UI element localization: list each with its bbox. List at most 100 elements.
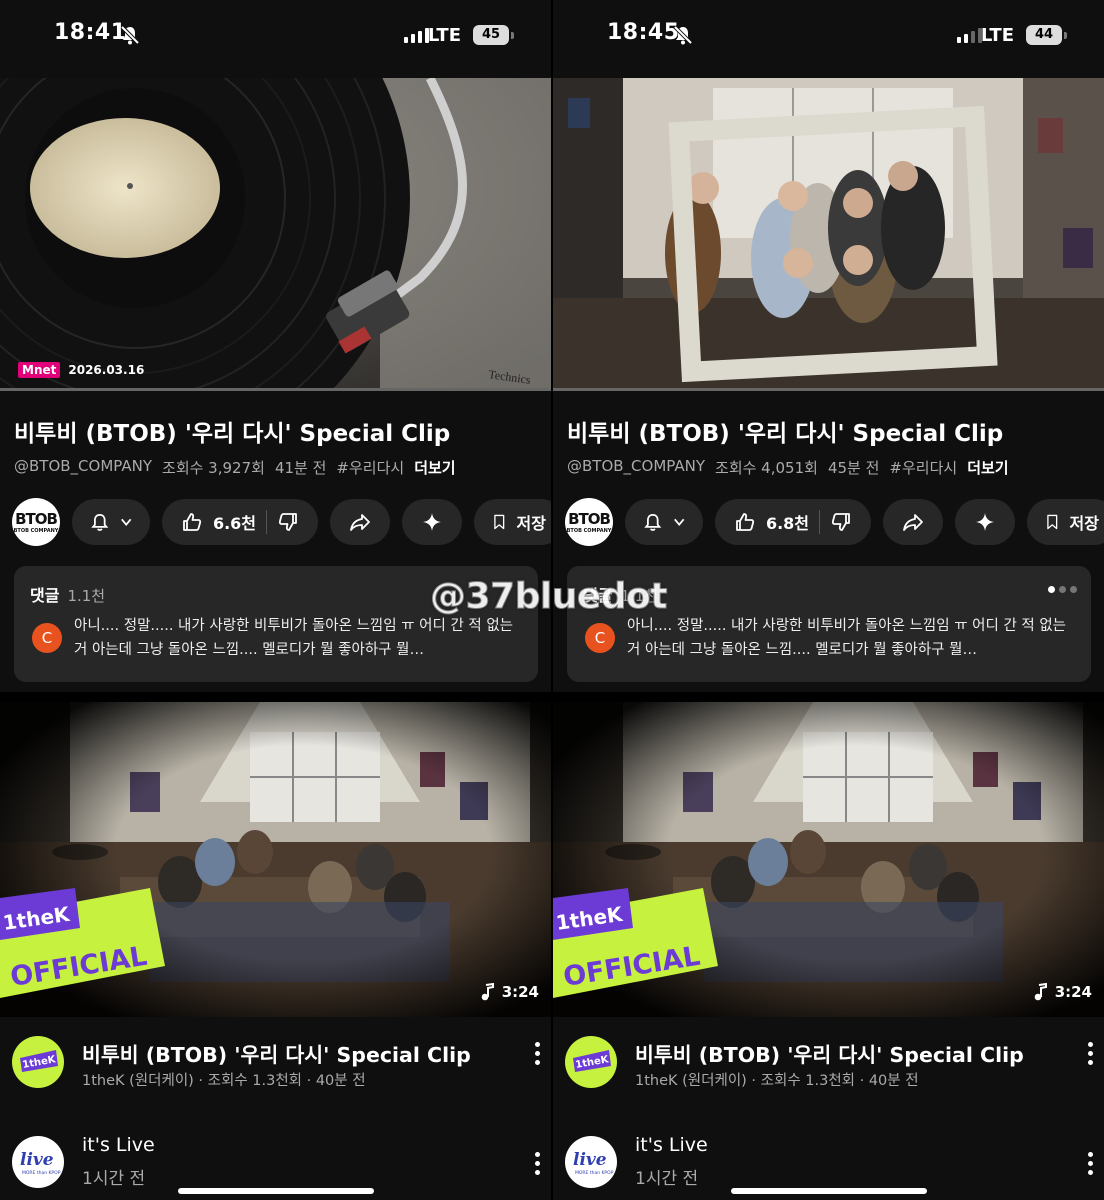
save-button[interactable]: 저장 (474, 499, 551, 545)
thumbs-down-icon[interactable] (830, 511, 852, 533)
comment-text: 아니.... 정말..... 내가 사랑한 비투비가 돌아온 느낌임 ㅠ 어디 … (627, 618, 1067, 658)
status-time: 18:41 (54, 20, 127, 45)
more-options-icon[interactable] (532, 1152, 542, 1175)
duration-badge: 3:24 (480, 983, 539, 1001)
network-label: LTE (980, 25, 1014, 46)
like-divider (819, 510, 821, 534)
next-video-thumbnail[interactable]: 1theK OFFICIAL 3:24 (0, 702, 551, 1017)
music-note-icon (1034, 983, 1047, 1001)
video-player[interactable]: Technics Mnet 2026.03.16 (0, 78, 551, 390)
hashtag-link[interactable]: #우리다시 (889, 457, 957, 478)
svg-text:live: live (20, 1150, 54, 1170)
video-progress-bar[interactable] (0, 388, 551, 391)
like-divider (266, 510, 268, 534)
duration-badge: 3:24 (1033, 983, 1092, 1001)
svg-text:live: live (573, 1150, 607, 1170)
view-count: 조회수 4,051회 (715, 459, 818, 477)
its-live-avatar[interactable]: live MORE than KPOP (565, 1136, 617, 1188)
subscribe-bell-button[interactable] (72, 499, 150, 545)
1thek-channel-avatar[interactable]: 1theK (12, 1036, 64, 1088)
video-player[interactable] (553, 78, 1104, 390)
its-live-avatar[interactable]: live MORE than KPOP (12, 1136, 64, 1188)
like-count: 6.6천 (212, 514, 257, 533)
save-button[interactable]: 저장 (1027, 499, 1104, 545)
home-indicator[interactable] (731, 1188, 927, 1194)
signal-icon (404, 28, 429, 43)
like-dislike-button[interactable]: 6.6천 (162, 499, 318, 545)
save-label: 저장 (516, 514, 546, 533)
video-progress-bar[interactable] (553, 388, 1104, 391)
network-label: LTE (427, 25, 461, 46)
more-options-icon[interactable] (532, 1042, 542, 1065)
home-indicator[interactable] (178, 1188, 374, 1194)
next-video-info[interactable]: 1theK 비투비 (BTOB) '우리 다시' Special Clip 1t… (12, 1036, 542, 1096)
next-video-meta: 1theK (원더케이) · 조회수 1.3천회 · 40분 전 (635, 1073, 919, 1089)
section-separator (0, 692, 551, 702)
video-meta: @BTOB_COMPANY 조회수 3,927회 41분 전 #우리다시 더보기 (14, 457, 456, 478)
channel-avatar[interactable]: BTOB BTOB COMPANY (12, 498, 60, 546)
sparkle-icon (976, 513, 994, 531)
live-channel-age: 1시간 전 (82, 1169, 146, 1189)
channel-handle[interactable]: @BTOB_COMPANY (567, 457, 705, 478)
next-video-info[interactable]: 1theK 비투비 (BTOB) '우리 다시' Special Clip 1t… (565, 1036, 1095, 1096)
share-icon (903, 514, 923, 531)
next-video-title: 비투비 (BTOB) '우리 다시' Special Clip (635, 1043, 1024, 1067)
svg-text:MORE than KPOP: MORE than KPOP (575, 1170, 614, 1176)
thumbs-up-icon[interactable] (181, 511, 203, 533)
channel-avatar[interactable]: BTOB BTOB COMPANY (565, 498, 613, 546)
thumbs-down-icon[interactable] (277, 511, 299, 533)
bookmark-icon (494, 514, 505, 530)
battery-icon: 45 (473, 25, 514, 45)
1thek-official-badge: 1theK OFFICIAL (0, 888, 165, 998)
broadcast-date: 2026.03.16 (68, 363, 145, 377)
video-title: 비투비 (BTOB) '우리 다시' Special Clip (14, 421, 451, 447)
live-channel-name: it's Live (635, 1134, 708, 1156)
battery-icon: 44 (1026, 25, 1067, 45)
comments-header: 댓글 1.1천 (30, 586, 106, 605)
comments-count: 1.1천 (67, 587, 106, 605)
broadcaster-watermark: Mnet 2026.03.16 (18, 362, 144, 378)
upload-age: 45분 전 (827, 459, 880, 477)
video-frame-group-photo (553, 78, 1104, 390)
status-bar: 18:45 LTE 44 (553, 0, 1104, 78)
live-channel-row[interactable]: live MORE than KPOP it's Live 1시간 전 (12, 1134, 542, 1194)
signal-icon (957, 28, 982, 43)
more-link[interactable]: 더보기 (414, 457, 455, 478)
live-channel-row[interactable]: live MORE than KPOP it's Live 1시간 전 (565, 1134, 1095, 1194)
carousel-dots (1048, 586, 1077, 593)
live-channel-age: 1시간 전 (635, 1169, 699, 1189)
next-video-title: 비투비 (BTOB) '우리 다시' Special Clip (82, 1043, 471, 1067)
channel-handle[interactable]: @BTOB_COMPANY (14, 457, 152, 478)
view-count: 조회수 3,927회 (162, 459, 265, 477)
bell-muted-icon (120, 25, 140, 45)
video-title: 비투비 (BTOB) '우리 다시' Special Clip (567, 421, 1004, 447)
next-video-thumbnail[interactable]: 1theK OFFICIAL 3:24 (553, 702, 1104, 1017)
upload-age: 41분 전 (274, 459, 327, 477)
1thek-channel-avatar[interactable]: 1theK (565, 1036, 617, 1088)
svg-text:MORE than KPOP: MORE than KPOP (22, 1170, 61, 1176)
video-frame-turntable: Technics (0, 78, 551, 390)
thumbs-up-icon[interactable] (734, 511, 756, 533)
status-time: 18:45 (607, 20, 680, 45)
live-channel-name: it's Live (82, 1134, 155, 1156)
section-separator (553, 692, 1104, 702)
more-options-icon[interactable] (1085, 1152, 1095, 1175)
hashtag-link[interactable]: #우리다시 (336, 457, 404, 478)
sparkle-icon (423, 513, 441, 531)
subscribe-bell-button[interactable] (625, 499, 703, 545)
1thek-official-badge: 1theK OFFICIAL (553, 888, 718, 998)
like-dislike-button[interactable]: 6.8천 (715, 499, 871, 545)
more-options-icon[interactable] (1085, 1042, 1095, 1065)
ai-sparkle-button[interactable] (402, 499, 462, 545)
like-count: 6.8천 (765, 514, 810, 533)
next-video-meta: 1theK (원더케이) · 조회수 1.3천회 · 40분 전 (82, 1073, 366, 1089)
share-button[interactable] (883, 499, 943, 545)
video-meta: @BTOB_COMPANY 조회수 4,051회 45분 전 #우리다시 더보기 (567, 457, 1009, 478)
bell-icon (91, 513, 109, 531)
bell-muted-icon (673, 25, 693, 45)
more-link[interactable]: 더보기 (967, 457, 1008, 478)
share-button[interactable] (330, 499, 390, 545)
chevron-down-icon (673, 518, 684, 527)
ai-sparkle-button[interactable] (955, 499, 1015, 545)
bookmark-icon (1047, 514, 1058, 530)
